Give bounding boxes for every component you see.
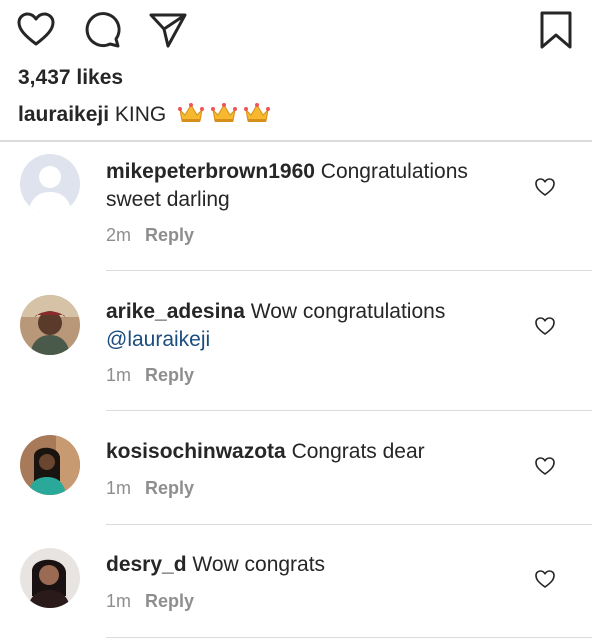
small-heart-icon[interactable] (534, 315, 556, 337)
avatar[interactable] (20, 295, 80, 355)
comment-username[interactable]: arike_adesina (106, 300, 245, 323)
comment-text: Congrats dear (291, 440, 425, 463)
comment-time: 1m (106, 478, 132, 498)
comment-username[interactable]: kosisochinwazota (106, 440, 286, 463)
post-action-bar (0, 0, 592, 60)
comment-username[interactable]: mikepeterbrown1960 (106, 160, 315, 183)
comment-username[interactable]: desry_d (106, 553, 187, 576)
small-heart-icon[interactable] (534, 176, 556, 198)
comment-separator (106, 270, 592, 271)
comment-text: Wow congrats (192, 553, 326, 576)
speech-bubble-icon[interactable] (83, 10, 123, 50)
small-heart-icon[interactable] (534, 455, 556, 477)
comment-time: 1m (106, 591, 132, 611)
likes-count[interactable]: 3,437 likes (18, 66, 123, 90)
avatar[interactable] (20, 435, 80, 495)
reply-button[interactable]: Reply (145, 225, 194, 245)
comment-meta: 2m Reply (106, 225, 194, 246)
comment-body: kosisochinwazota Congrats dear (106, 438, 516, 466)
comment-meta: 1m Reply (106, 478, 194, 499)
post-caption: lauraikeji KING (18, 102, 271, 130)
comment-body: desry_d Wow congrats (106, 551, 516, 579)
comment-meta: 1m Reply (106, 365, 194, 386)
section-divider (0, 140, 592, 142)
mention-link[interactable]: @lauraikeji (106, 328, 210, 351)
comment-separator (106, 524, 592, 525)
crown-icon (178, 102, 205, 124)
reply-button[interactable]: Reply (145, 365, 194, 385)
paper-plane-icon[interactable] (148, 10, 188, 50)
caption-username[interactable]: lauraikeji (18, 103, 109, 126)
comment-separator (106, 637, 592, 638)
comment-meta: 1m Reply (106, 591, 194, 612)
heart-icon[interactable] (16, 10, 56, 50)
comment-body: arike_adesina Wow congratulations @laura… (106, 298, 516, 354)
reply-button[interactable]: Reply (145, 478, 194, 498)
reply-button[interactable]: Reply (145, 591, 194, 611)
comment-separator (106, 410, 592, 411)
bookmark-icon[interactable] (536, 10, 576, 50)
avatar[interactable] (20, 548, 80, 608)
crown-emoji-group (178, 102, 271, 130)
comment-text: Wow congratulations (250, 300, 446, 323)
crown-icon (210, 102, 237, 124)
comment-body: mikepeterbrown1960 Congratulations sweet… (106, 158, 516, 214)
comment-time: 1m (106, 365, 132, 385)
avatar-placeholder[interactable] (20, 154, 80, 214)
small-heart-icon[interactable] (534, 568, 556, 590)
comment-time: 2m (106, 225, 132, 245)
caption-text: KING (114, 103, 167, 126)
crown-icon (243, 102, 270, 124)
